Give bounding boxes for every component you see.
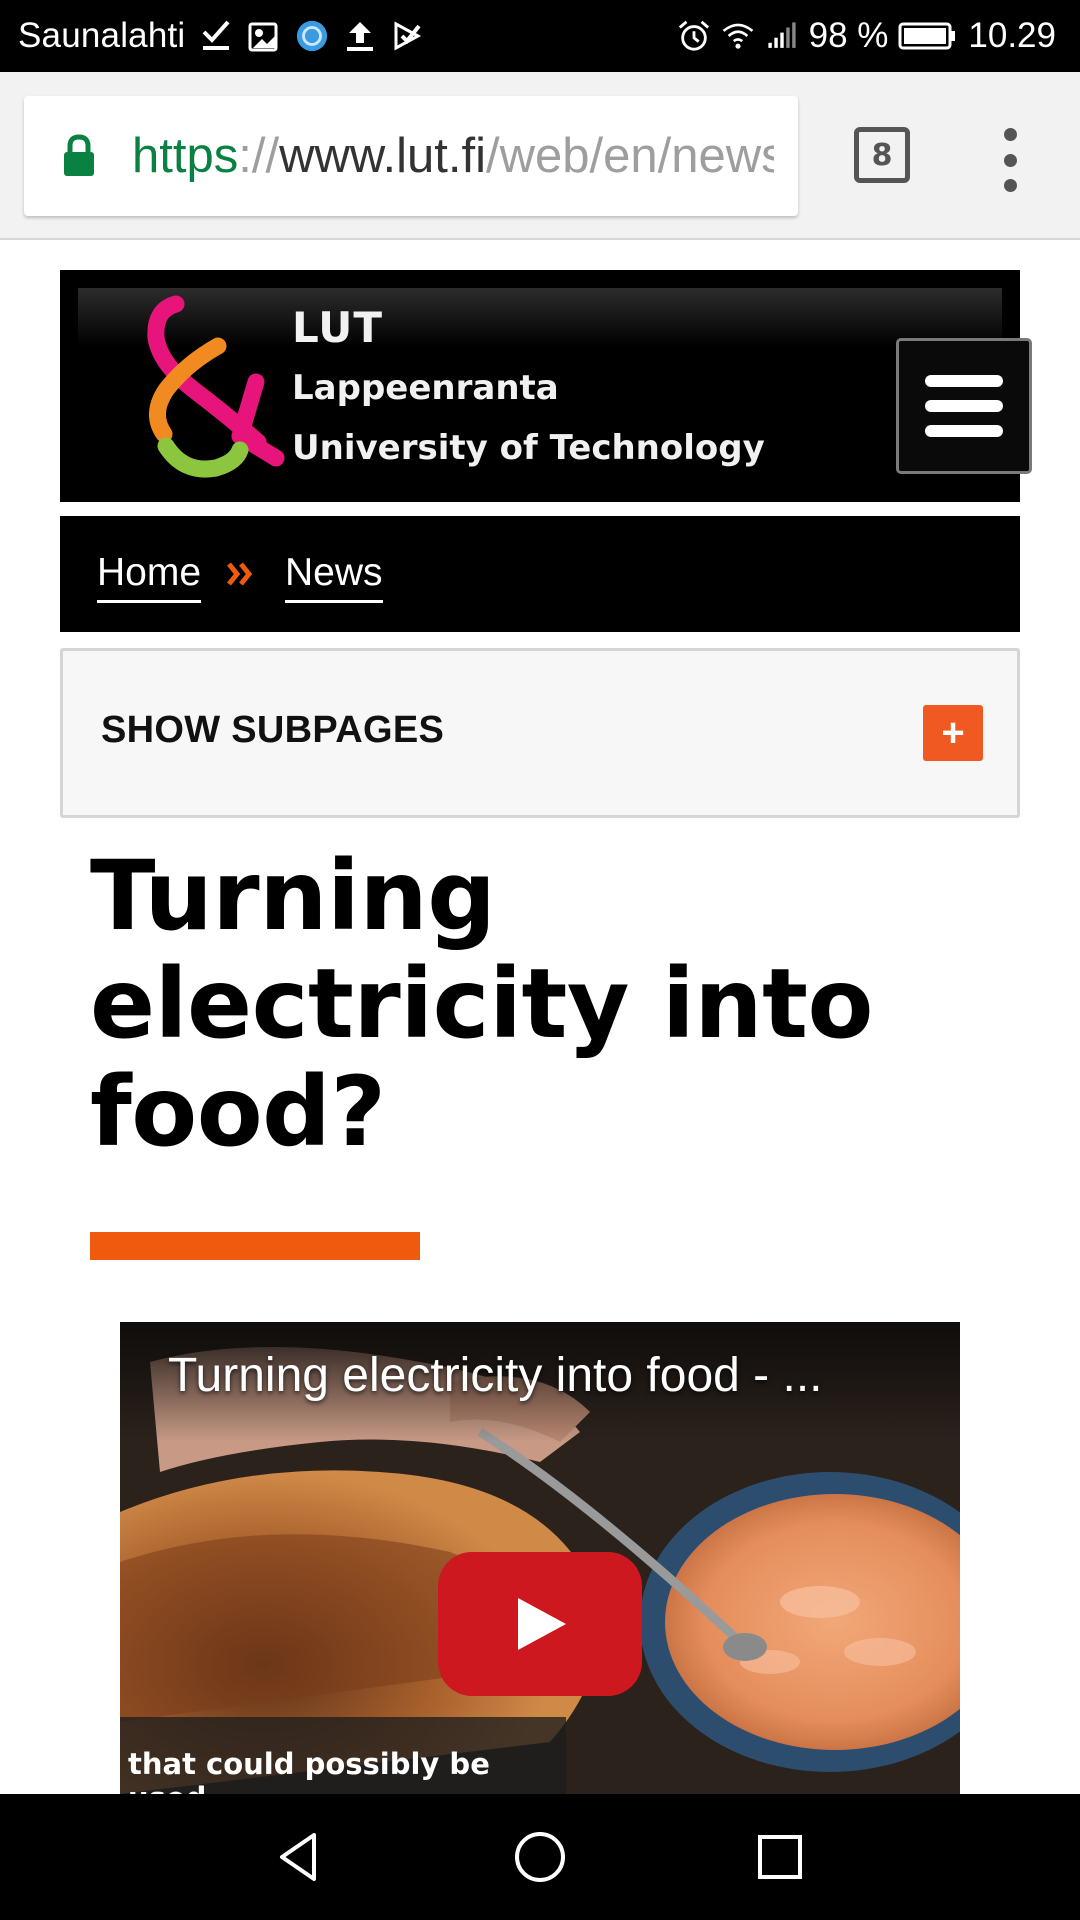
article-title-line: Turning [90,840,496,952]
logo-line-university: University of Technology [292,428,765,468]
upload-icon [343,16,377,56]
url-host: www.lut.fi [279,129,487,183]
carrier-name: Saunalahti [18,16,186,55]
play-icon [518,1598,566,1650]
menu-bar [925,375,1003,387]
signal-icon [765,16,799,56]
status-bar: Saunalahti 98 % 10.29 [0,0,1080,72]
web-page: LUT Lappeenranta University of Technolog… [0,242,1080,1794]
menu-bar [925,425,1003,437]
back-icon[interactable] [270,1827,330,1887]
gallery-icon [247,16,281,56]
alarm-icon [677,16,711,56]
logo-line-lut: LUT [292,303,384,352]
youtube-play-button[interactable] [438,1552,642,1696]
tab-switcher-button[interactable]: 8 [854,127,910,183]
site-menu-button[interactable] [896,338,1032,474]
breadcrumb: Home News [60,516,1020,632]
tasks-icon [391,16,425,56]
site-logo-text[interactable]: LUT Lappeenranta University of Technolog… [292,298,765,478]
browser-menu-button[interactable] [990,128,1030,192]
home-icon[interactable] [510,1827,570,1887]
show-subpages-label: SHOW SUBPAGES [101,709,445,751]
url-path: /web/en/news [486,129,774,183]
site-header-bar: LUT Lappeenranta University of Technolog… [78,288,1032,486]
url-separator: :// [238,129,280,183]
url-scheme: https [132,129,239,183]
site-header: LUT Lappeenranta University of Technolog… [60,270,1032,502]
navigation-bar [0,1794,1080,1920]
breadcrumb-news-link[interactable]: News [285,550,383,603]
logo-line-city: Lappeenranta [292,368,559,408]
youtube-video-embed[interactable]: Turning electricity into food - ... that… [120,1322,960,1794]
title-accent-rule [90,1232,420,1260]
url-text[interactable]: https://www.lut.fi/web/en/news [132,96,774,216]
battery-percent: 98 % [808,16,889,55]
menu-dot [1003,179,1017,192]
browser-toolbar: https://www.lut.fi/web/en/news 8 [0,72,1080,240]
menu-dot [1003,128,1017,141]
breadcrumb-home-link[interactable]: Home [97,550,202,603]
video-caption: that could possibly be used [120,1717,566,1794]
recent-apps-icon[interactable] [750,1827,810,1887]
double-chevron-icon [227,562,253,586]
clock: 10.29 [968,16,1056,55]
article-title-line: electricity into [90,948,873,1060]
video-title[interactable]: Turning electricity into food - ... [168,1348,823,1403]
menu-dot [1003,153,1017,167]
menu-bar [925,400,1003,412]
lock-icon [64,134,94,176]
expand-subpages-button[interactable]: + [923,705,983,761]
lut-logo-icon[interactable] [136,294,286,478]
battery-icon [898,16,958,56]
wifi-icon [721,16,755,56]
article-title: Turning electricity into food? [90,842,950,1166]
check-icon [199,16,233,56]
article-title-line: food? [90,1056,386,1168]
show-subpages-panel[interactable]: SHOW SUBPAGES + [60,648,1020,818]
address-bar[interactable]: https://www.lut.fi/web/en/news [24,96,798,216]
blue-circle-icon [295,16,329,56]
